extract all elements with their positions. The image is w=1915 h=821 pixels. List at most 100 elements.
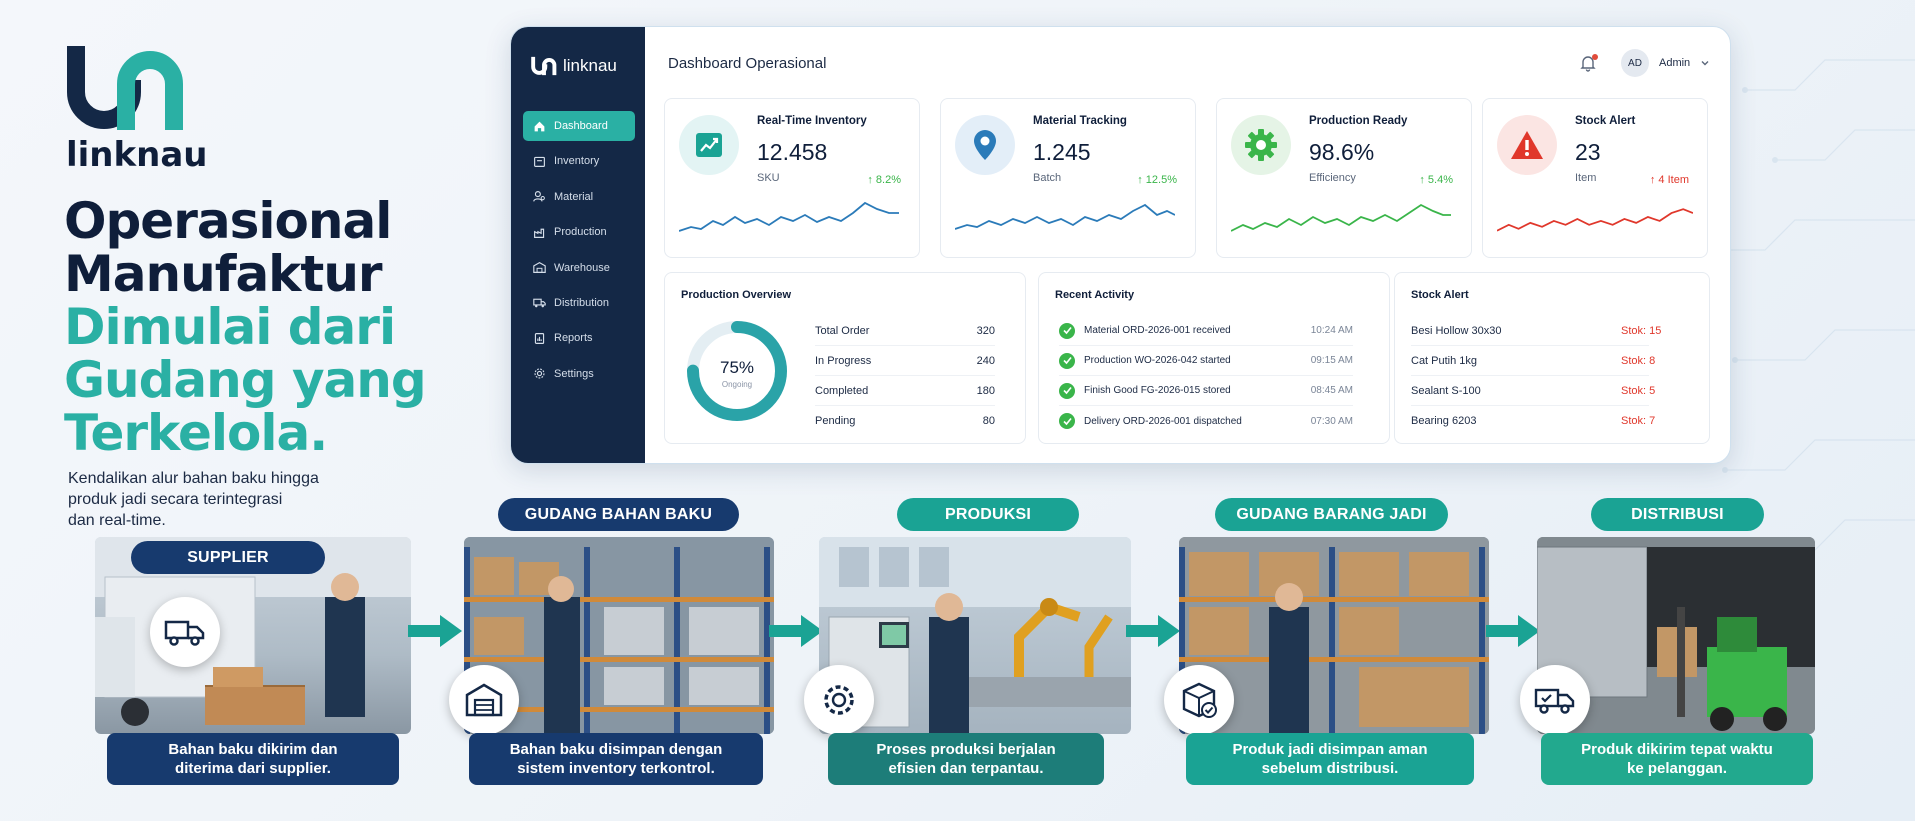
flow-arrow-icon [1126, 615, 1180, 647]
sidebar-item-label: Distribution [554, 296, 610, 309]
overview-value: 180 [976, 384, 995, 397]
brand-name: linknau [66, 135, 208, 175]
section-title: Production Overview [681, 289, 792, 301]
warehouse-icon [465, 683, 503, 717]
caption-line-2: efisien dan terpantau. [888, 760, 1044, 777]
section-title: Recent Activity [1055, 289, 1135, 301]
step-title-raw-warehouse: GUDANG BAHAN BAKU [498, 498, 739, 531]
gear-icon [824, 685, 854, 715]
production-overview-card: Production Overview 75% Ongoing Total Or… [664, 272, 1026, 444]
hero-subtitle-line-1: Kendalikan alur bahan baku hingga [68, 470, 319, 487]
finished-warehouse-icon-circle [1164, 665, 1234, 735]
stock-alert-row[interactable]: Sealant S-100 Stok: 5 [1411, 376, 1655, 406]
activity-time: 07:30 AM [1310, 415, 1353, 427]
kpi-unit: Efficiency [1309, 172, 1356, 184]
stock-item-name: Sealant S-100 [1411, 384, 1481, 397]
kpi-icon-wrap [955, 115, 1015, 175]
notification-dot [1592, 54, 1598, 60]
sidebar-item-reports[interactable]: Reports [523, 323, 635, 353]
hero-line-1: Operasional [64, 192, 392, 250]
kpi-card-production[interactable]: Production Ready 98.6% Efficiency ↑ 5.4% [1216, 98, 1472, 258]
linknau-logo-icon [67, 46, 183, 130]
stock-alert-row[interactable]: Besi Hollow 30x30 Stok: 15 [1411, 316, 1661, 346]
caption-line-1: Produk jadi disimpan aman [1232, 741, 1428, 758]
hero-line-5: Terkelola. [64, 404, 328, 462]
overview-row: Completed 180 [815, 376, 995, 406]
step-title-finished-warehouse: GUDANG BARANG JADI [1215, 498, 1448, 531]
check-circle-icon [1059, 352, 1075, 369]
overview-label: Total Order [815, 324, 870, 337]
avatar[interactable]: AD [1621, 49, 1649, 77]
hero-line-3: Dimulai dari [64, 298, 396, 356]
step-caption-supplier: Bahan baku dikirim dan diterima dari supp… [107, 733, 399, 785]
section-title: Stock Alert [1411, 289, 1469, 301]
sidebar-item-production[interactable]: Production [523, 217, 635, 247]
kpi-label: Production Ready [1309, 115, 1408, 127]
chart-icon [696, 133, 722, 157]
sparkline [1497, 208, 1693, 232]
sidebar-item-label: Material [554, 190, 594, 203]
activity-text: Production WO-2026-042 started [1084, 355, 1231, 366]
stock-alert-card: Stock Alert Besi Hollow 30x30 Stok: 15 Ca… [1394, 272, 1710, 444]
kpi-trend: ↑ 4 Item [1649, 174, 1689, 186]
check-circle-icon [1059, 322, 1075, 339]
overview-label: In Progress [815, 354, 872, 367]
kpi-card-stock-alert[interactable]: Stock Alert 23 Item ↑ 4 Item [1482, 98, 1708, 258]
activity-row[interactable]: Finish Good FG-2026-015 stored 08:45 AM [1059, 376, 1353, 406]
flow-arrow-icon [1486, 615, 1540, 647]
donut-percent: 75% [720, 358, 754, 377]
kpi-card-inventory[interactable]: Real-Time Inventory 12.458 SKU ↑ 8.2% [664, 98, 920, 258]
overview-row: Total Order 320 [815, 316, 995, 346]
gear-icon [534, 368, 545, 379]
sidebar-item-inventory[interactable]: Inventory [523, 146, 635, 176]
kpi-icon-wrap [679, 115, 739, 175]
sidebar-item-dashboard[interactable]: Dashboard [523, 111, 635, 141]
kpi-card-material[interactable]: Material Tracking 1.245 Batch ↑ 12.5% [940, 98, 1196, 258]
stock-alert-row[interactable]: Cat Putih 1kg Stok: 8 [1411, 346, 1655, 376]
donut-label: Ongoing [722, 380, 752, 389]
raw-warehouse-icon-circle [449, 665, 519, 735]
kpi-label: Material Tracking [1033, 115, 1127, 127]
activity-time: 09:15 AM [1310, 355, 1353, 366]
caption-line-2: sistem inventory terkontrol. [517, 760, 715, 777]
sidebar-item-material[interactable]: Material [523, 182, 635, 212]
activity-row[interactable]: Delivery ORD-2026-001 dispatched 07:30 AM [1059, 406, 1353, 436]
stock-alert-row[interactable]: Bearing 6203 Stok: 7 [1411, 406, 1655, 436]
sidebar-item-label: Settings [554, 367, 594, 380]
stock-item-qty: Stok: 7 [1621, 415, 1656, 427]
report-icon [534, 332, 545, 344]
sidebar-logo[interactable]: linknau [531, 55, 617, 77]
warning-icon [1511, 131, 1543, 159]
chevron-down-icon[interactable] [1700, 58, 1710, 68]
brand-logo: linknau [66, 40, 208, 175]
truck-icon [164, 620, 205, 646]
caption-line-2: ke pelanggan. [1626, 760, 1728, 777]
sidebar-item-warehouse[interactable]: Warehouse [523, 253, 635, 283]
sparkline [679, 201, 899, 232]
kpi-icon-wrap [1231, 115, 1291, 175]
kpi-value: 23 [1575, 139, 1601, 165]
activity-row[interactable]: Production WO-2026-042 started 09:15 AM [1059, 346, 1353, 376]
sidebar-item-distribution[interactable]: Distribution [523, 288, 635, 318]
sidebar-item-settings[interactable]: Settings [523, 359, 635, 389]
recent-activity-card: Recent Activity Material ORD-2026-001 re… [1038, 272, 1390, 444]
stock-item-name: Cat Putih 1kg [1411, 354, 1478, 367]
stock-item-qty: Stok: 15 [1621, 324, 1662, 337]
page-title: Dashboard Operasional [668, 55, 827, 72]
overview-row: Pending 80 [815, 406, 995, 436]
production-donut-chart: 75% Ongoing [687, 321, 787, 421]
linknau-logo-icon [531, 56, 557, 76]
stock-item-qty: Stok: 5 [1621, 384, 1656, 397]
sidebar-nav: Dashboard Inventory Material Production … [523, 111, 635, 394]
activity-row[interactable]: Material ORD-2026-001 received 10:24 AM [1059, 316, 1353, 346]
sidebar: linknau Dashboard Inventory Material Pro… [511, 27, 645, 463]
hero-heading: Operasional Manufaktur Dimulai dari Guda… [64, 195, 464, 460]
kpi-value: 1.245 [1033, 139, 1091, 165]
step-caption-raw-warehouse: Bahan baku disimpan dengan sistem invento… [469, 733, 763, 785]
user-name[interactable]: Admin [1659, 57, 1690, 69]
caption-line-1: Bahan baku dikirim dan [168, 741, 338, 758]
sidebar-item-label: Production [554, 226, 607, 239]
kpi-label: Stock Alert [1575, 115, 1636, 127]
stock-item-qty: Stok: 8 [1621, 354, 1656, 367]
step-caption-distribution: Produk dikirim tepat waktu ke pelanggan. [1541, 733, 1813, 785]
